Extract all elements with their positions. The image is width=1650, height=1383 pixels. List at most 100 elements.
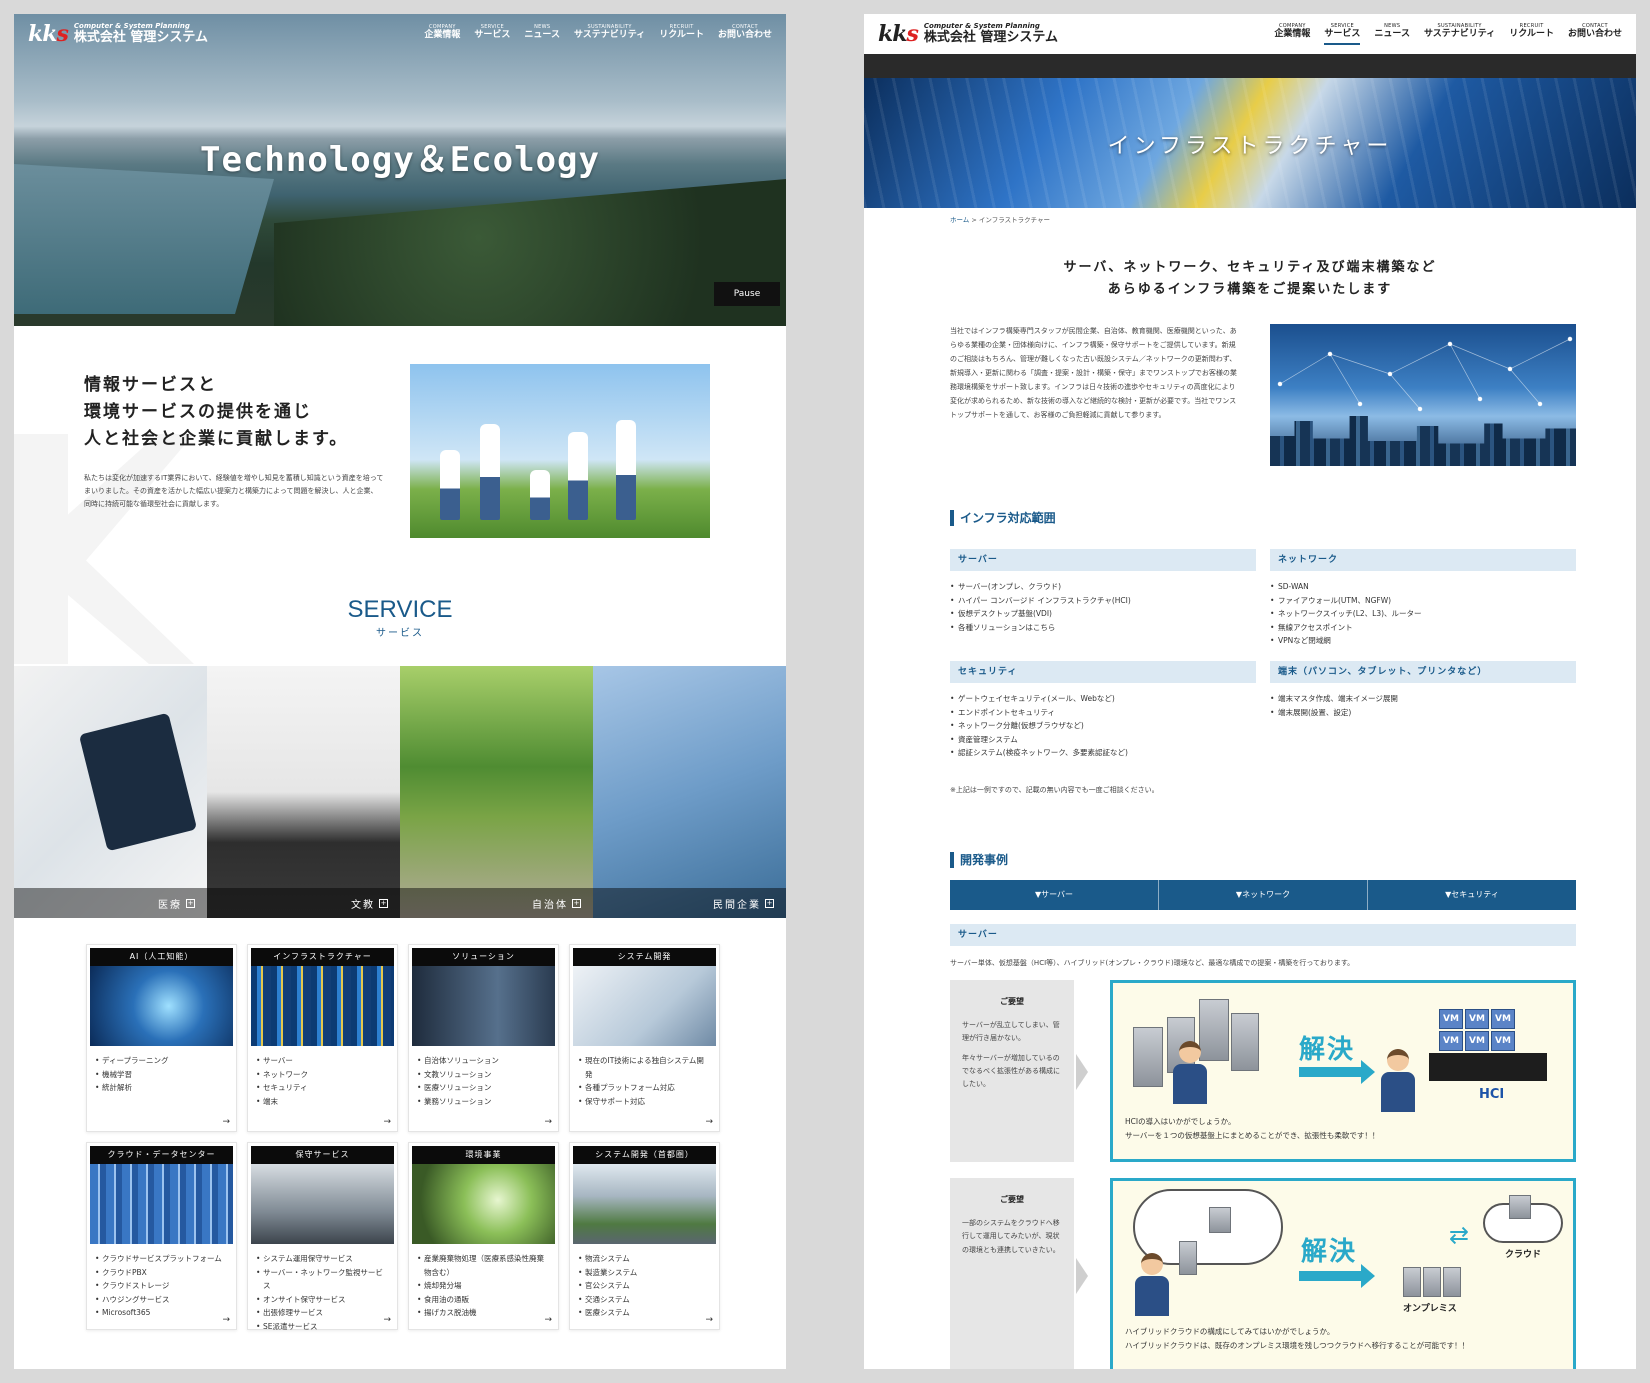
arrow-icon: → [705, 1315, 713, 1325]
network-city-image [1270, 324, 1576, 466]
page-title: インフラストラクチャー [1107, 134, 1393, 159]
card-image [90, 966, 233, 1046]
service-card-system-dev[interactable]: システム開発 現在のIT技術による独自システム開発各種プラットフォーム対応保守サ… [569, 944, 720, 1132]
card-image [251, 966, 394, 1046]
scope-server-list: サーバー(オンプレ、クラウド)ハイパー コンバージド インフラストラクチャ(HC… [950, 580, 1131, 634]
card-image [90, 1164, 233, 1244]
global-nav: COMPANY 企業情報 SERVICE サービス NEWS ニュース SUSTAIN… [424, 24, 772, 44]
nav-service[interactable]: SERVICE サービス [1324, 23, 1361, 45]
server-icon [1209, 1207, 1231, 1233]
nav-recruit[interactable]: RECRUIT リクルート [659, 24, 704, 44]
scope-security-list: ゲートウェイセキュリティ(メール、Webなど)エンドポイントセキュリティネットワ… [950, 692, 1128, 760]
chevron-right-icon [1076, 1054, 1088, 1090]
service-cards-row: AI（人工知能） ディープラーニング機械学習統計解析 → インフラストラクチャー… [86, 944, 720, 1132]
hci-label: HCI [1479, 1087, 1505, 1102]
hero-forest [274, 179, 786, 326]
nav-contact[interactable]: CONTACT お問い合わせ [1568, 23, 1622, 45]
pause-button[interactable]: Pause [714, 282, 780, 306]
vm-icon: VM [1439, 1009, 1463, 1029]
card-image [412, 1164, 555, 1244]
service-card-environment[interactable]: 環境事業 産業廃棄物処理（医療系感染性廃棄物含む）焼却発分場食用油の通販揚げカス… [408, 1142, 559, 1330]
nav-company[interactable]: COMPANY 企業情報 [1274, 23, 1310, 45]
tab-security[interactable]: ▼セキュリティ [1368, 880, 1576, 910]
resolve-label: 解決 [1301, 1237, 1358, 1267]
nav-contact[interactable]: CONTACT お問い合わせ [718, 24, 772, 44]
onprem-label: オンプレミス [1403, 1304, 1457, 1314]
person-figure [616, 420, 636, 520]
tab-network[interactable]: ▼ネットワーク [1159, 880, 1368, 910]
nav-news[interactable]: NEWS ニュース [524, 24, 560, 44]
logo[interactable]: kks Computer & System Planning 株式会社 管理シス… [878, 21, 1058, 47]
arrow-icon: → [544, 1117, 552, 1127]
card-image [412, 966, 555, 1046]
hero-title: Technology＆Ecology [200, 140, 600, 180]
nav-sustainability[interactable]: SUSTAINABILITY サステナビリティ [1424, 23, 1495, 45]
solution-box-hybrid-cloud: 解決 ⇄ クラウド オンプレミス ハイブリッドクラウドの構成にしてみてはいかがで… [1110, 1178, 1576, 1369]
service-card-infrastructure[interactable]: インフラストラクチャー サーバーネットワークセキュリティ端末 → [247, 944, 398, 1132]
service-card-maintenance[interactable]: 保守サービス システム運用保守サービスサーバー・ネットワーク監視サービスオンサイ… [247, 1142, 398, 1333]
server-icon [1509, 1195, 1531, 1219]
service-card-cloud[interactable]: クラウド・データセンター クラウドサービスプラットフォームクラウドPBXクラウド… [86, 1142, 237, 1330]
vm-icon: VM [1491, 1031, 1515, 1051]
infrastructure-page: kks Computer & System Planning 株式会社 管理シス… [864, 14, 1636, 1369]
nav-company[interactable]: COMPANY 企業情報 [424, 24, 460, 44]
hero-bay [14, 164, 274, 314]
company-name: 株式会社 管理システム [923, 29, 1059, 45]
breadcrumb-home[interactable]: ホーム [950, 216, 969, 224]
card-image [573, 1164, 716, 1244]
mission-heading: 情報サービスと 環境サービスの提供を通じ 人と社会と企業に貢献します。 [84, 375, 349, 450]
server-icon [1231, 1013, 1259, 1071]
tab-server[interactable]: ▼サーバー [950, 880, 1159, 910]
sector-private[interactable]: 民間企業 + [593, 666, 786, 918]
service-card-ai[interactable]: AI（人工知能） ディープラーニング機械学習統計解析 → [86, 944, 237, 1132]
family-photo [410, 364, 710, 538]
arrow-icon: → [705, 1117, 713, 1127]
scope-device-title: 端末（パソコン、タブレット、プリンタなど） [1270, 661, 1576, 683]
arrow-icon: → [222, 1315, 230, 1325]
nav-service[interactable]: SERVICE サービス [474, 24, 510, 44]
vm-icon: VM [1465, 1031, 1489, 1051]
plus-icon: + [765, 898, 774, 908]
server-icon [1133, 1027, 1163, 1087]
happy-person-icon [1381, 1049, 1415, 1112]
sector-education[interactable]: 文教 + [207, 666, 400, 918]
nav-recruit[interactable]: RECRUIT リクルート [1509, 23, 1554, 45]
solution-caption: ハイブリッドクラウドの構成にしてみてはいかがでしょうか。 ハイブリッドクラウドは… [1125, 1327, 1470, 1351]
person-figure [440, 450, 460, 520]
hci-appliance [1429, 1053, 1547, 1081]
site-header: kks Computer & System Planning 株式会社 管理シス… [864, 14, 1636, 54]
case-server-title: サーバー [950, 924, 1576, 946]
breadcrumb: ホーム > インフラストラクチャー [950, 216, 1051, 224]
nav-news[interactable]: NEWS ニュース [1374, 23, 1410, 45]
request-box: ご要望 サーバーが乱立してしまい、管理が行き届かない。 年々サーバーが増加してい… [950, 980, 1074, 1162]
request-box: ご要望 一部のシステムをクラウドへ移行して運用してみたいが、現状の環境とも連携し… [950, 1178, 1074, 1369]
hero-video: Technology＆Ecology Pause [14, 14, 786, 326]
card-image [251, 1164, 394, 1244]
mission-section: 情報サービスと 環境サービスの提供を通じ 人と社会と企業に貢献します。 私たちは… [84, 372, 384, 511]
global-nav: COMPANY 企業情報 SERVICE サービス NEWS ニュース SUSTAIN… [1274, 23, 1622, 45]
person-figure [568, 432, 588, 520]
nav-sustainability[interactable]: SUSTAINABILITY サステナビリティ [574, 24, 645, 44]
lead-heading: サーバ、ネットワーク、セキュリティ及び端末構築など あらゆるインフラ構築をご提案… [1063, 260, 1437, 298]
sector-gallery: 医療 + 文教 + 自治体 + 民間企業 + [14, 666, 786, 918]
arrow-right-icon [1299, 1060, 1375, 1084]
sector-medical[interactable]: 医療 + [14, 666, 207, 918]
person-figure [530, 470, 550, 520]
server-icon [1423, 1267, 1441, 1297]
plus-icon: + [186, 898, 195, 908]
service-heading: SERVICE サービス [347, 596, 453, 639]
server-icon [1443, 1267, 1461, 1297]
scope-device-list: 端末マスタ作成、端末イメージ展開端末展開(設置、設定) [1270, 692, 1398, 719]
logo[interactable]: kks Computer & System Planning 株式会社 管理シス… [28, 21, 208, 47]
cloud-label: クラウド [1505, 1250, 1542, 1260]
service-card-system-dev-tokyo[interactable]: システム開発（首都圏） 物流システム製造業システム官公システム交通システム医療シ… [569, 1142, 720, 1330]
scope-server-title: サーバー [950, 549, 1256, 571]
plus-icon: + [572, 898, 581, 908]
sector-municipal[interactable]: 自治体 + [400, 666, 593, 918]
scope-network-title: ネットワーク [1270, 549, 1576, 571]
case-tabs: ▼サーバー ▼ネットワーク ▼セキュリティ [950, 880, 1576, 910]
plus-icon: + [379, 898, 388, 908]
service-card-solution[interactable]: ソリューション 自治体ソリューション文教ソリューション医療ソリューション業務ソリ… [408, 944, 559, 1132]
scope-note: ※上記は一例ですので、記載の無い内容でも一度ご相談ください。 [950, 786, 1159, 794]
arrow-icon: → [383, 1315, 391, 1325]
